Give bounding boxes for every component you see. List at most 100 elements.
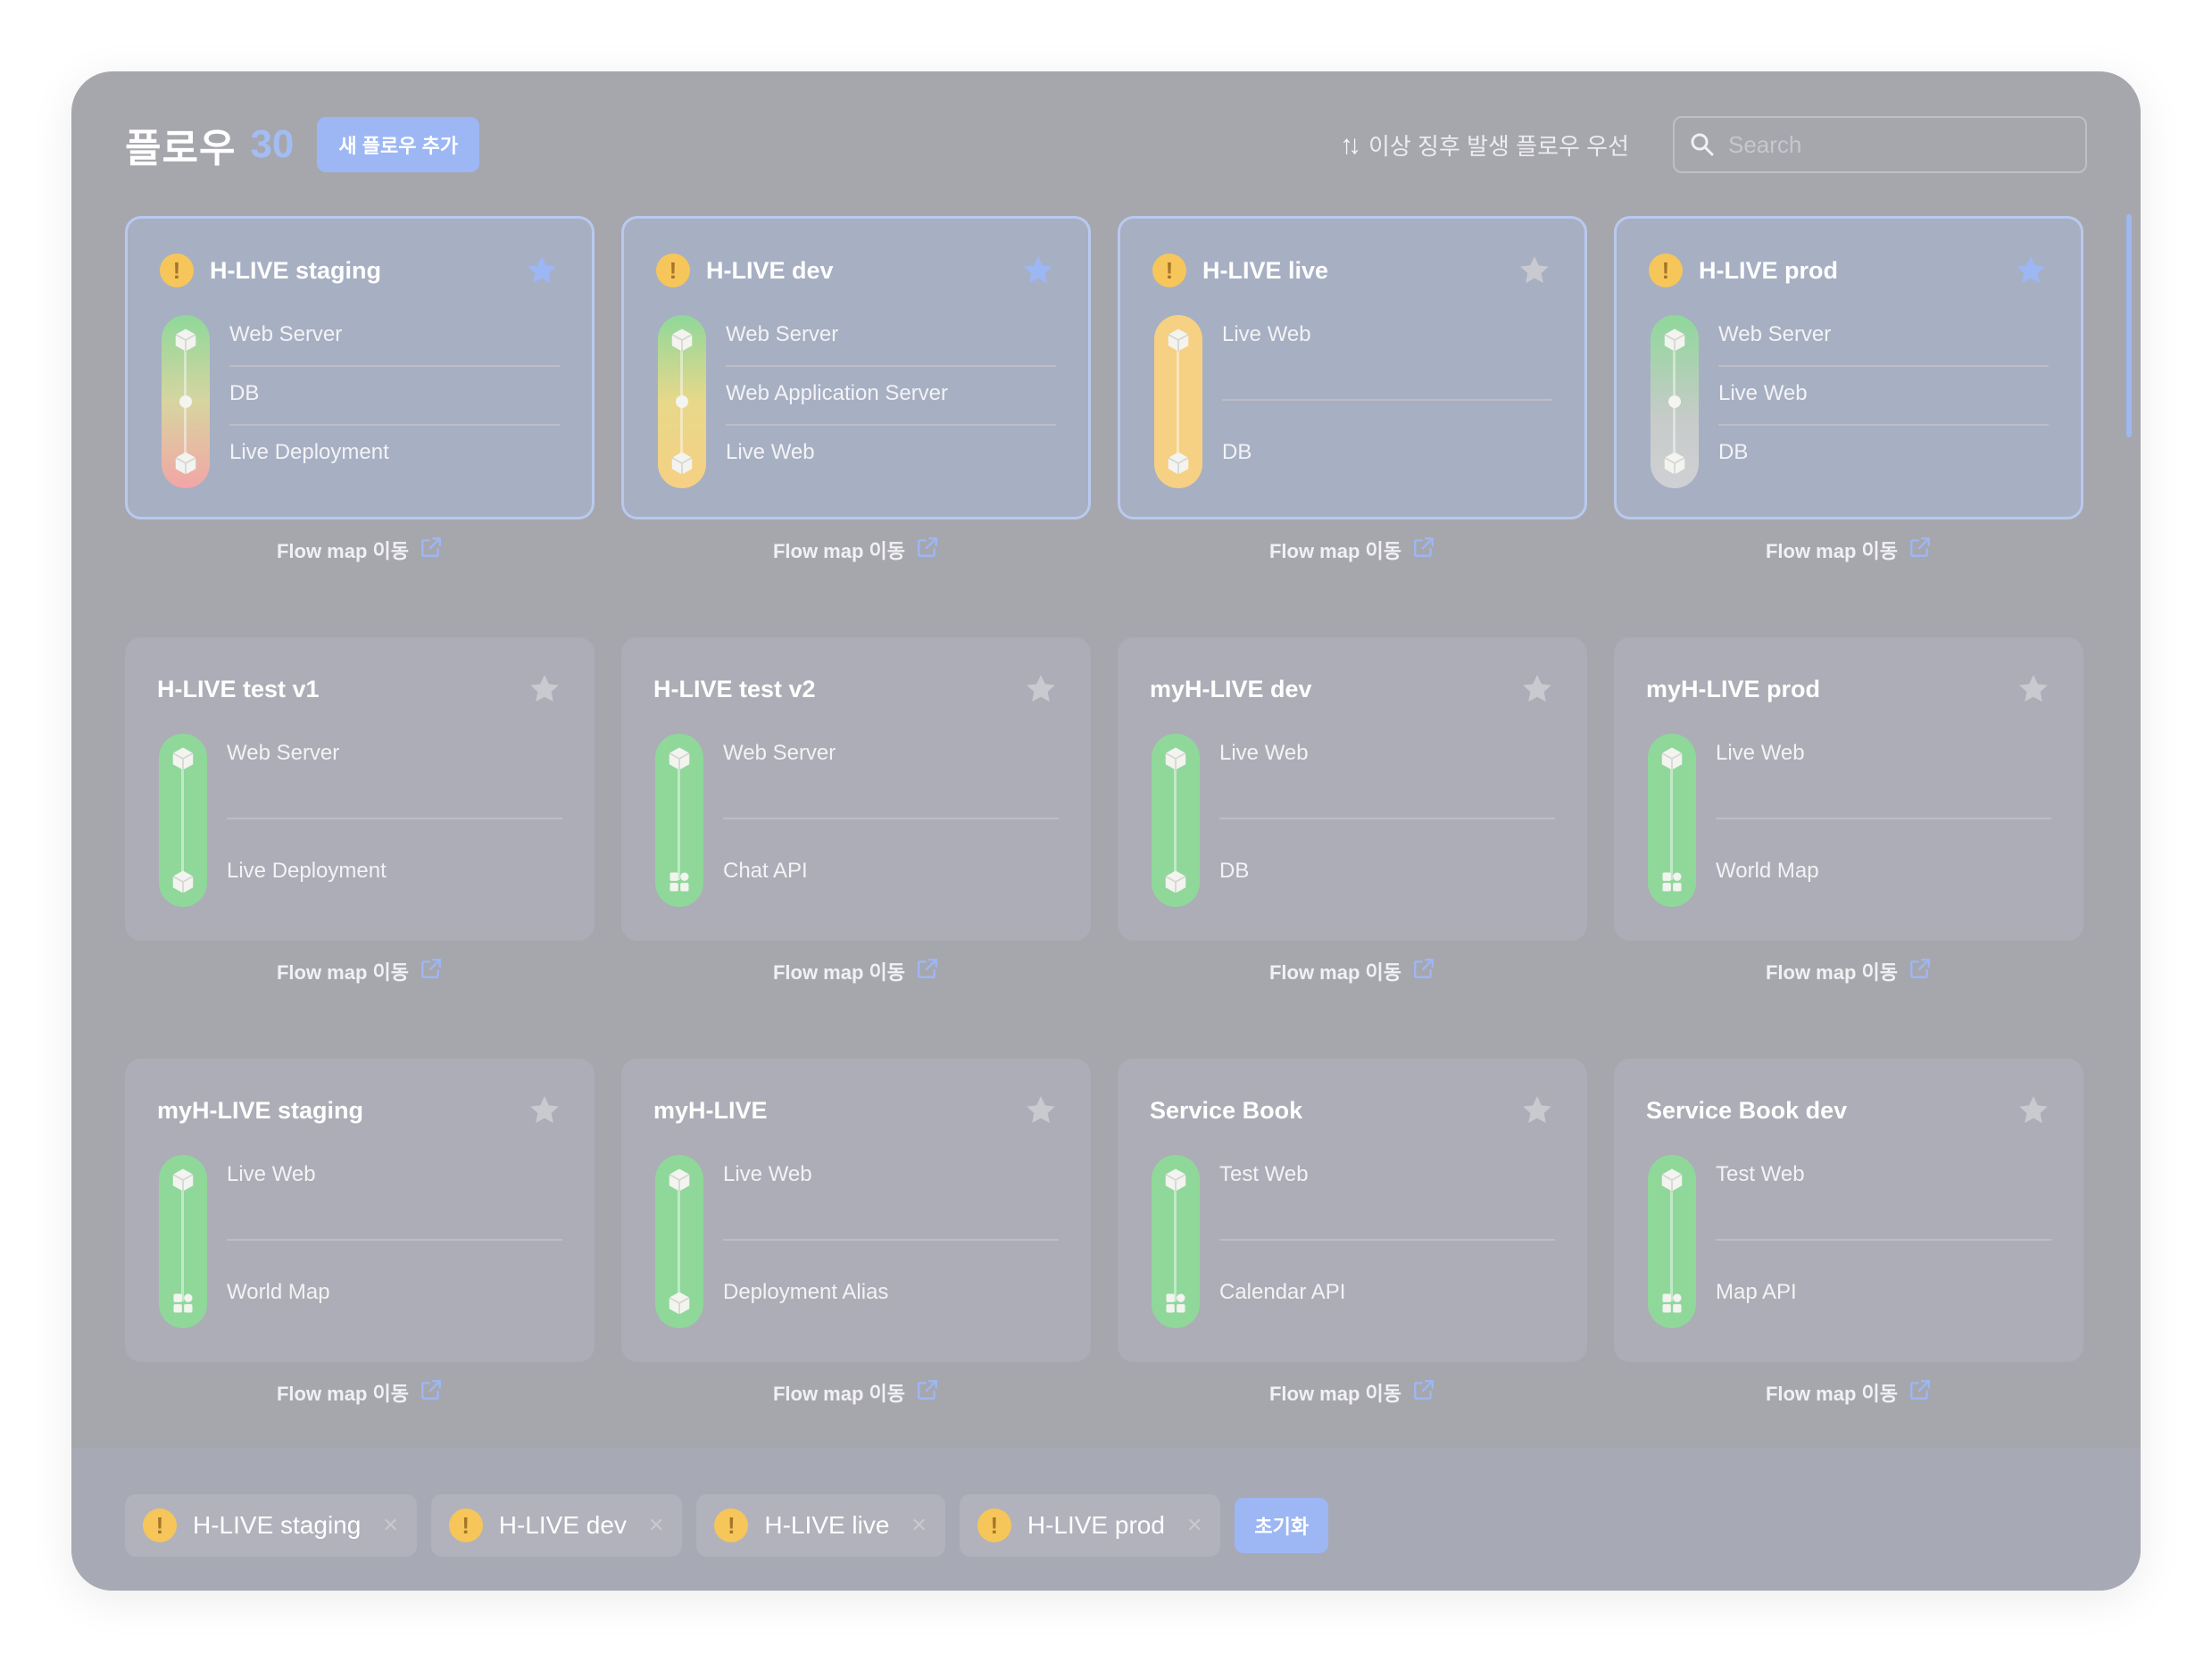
status-rail — [1154, 315, 1202, 488]
apps-icon — [665, 868, 694, 896]
favorite-star-icon[interactable] — [527, 671, 562, 707]
flow-map-link[interactable]: Flow map 이동 — [125, 1378, 595, 1407]
filter-chip-label: H-LIVE prod — [1027, 1511, 1165, 1539]
filter-chip[interactable]: ! H-LIVE prod ✕ — [959, 1494, 1221, 1557]
flow-map-link[interactable]: Flow map 이동 — [125, 536, 595, 564]
card-title: H-LIVE test v1 — [157, 675, 320, 702]
flow-item-label: Deployment Alias — [723, 1280, 889, 1304]
filter-chip[interactable]: ! H-LIVE staging ✕ — [125, 1494, 417, 1557]
card-title: myH-LIVE staging — [157, 1096, 364, 1124]
flow-card[interactable]: Service Book Test Web Calendar API — [1118, 1059, 1587, 1362]
flow-item-label: Web Server — [1718, 322, 1832, 346]
flow-item-label: Live Deployment — [229, 440, 389, 464]
favorite-star-icon[interactable] — [2016, 671, 2051, 707]
search-box[interactable] — [1673, 116, 2087, 173]
filter-chip-label: H-LIVE live — [764, 1511, 890, 1539]
divider — [229, 365, 560, 367]
scrollbar[interactable] — [2126, 214, 2132, 437]
flow-card[interactable]: ! H-LIVE dev Web Server Web Application Ser… — [621, 216, 1091, 519]
card-items: Web Server Live Web DB — [1718, 315, 2049, 488]
flow-card-column: ! H-LIVE live Live Web DB Flow map 이동 — [1118, 216, 1587, 562]
cube-icon — [1164, 326, 1193, 354]
card-title: myH-LIVE dev — [1150, 675, 1312, 702]
search-input[interactable] — [1728, 130, 2067, 159]
flow-card[interactable]: H-LIVE test v2 Web Server Chat API — [621, 637, 1091, 941]
divider — [726, 424, 1056, 426]
reset-button[interactable]: 초기화 — [1235, 1498, 1329, 1553]
flow-card[interactable]: Service Book dev Test Web Map API — [1614, 1059, 2083, 1362]
filter-chip-label: H-LIVE staging — [193, 1511, 362, 1539]
favorite-star-icon[interactable] — [1023, 671, 1059, 707]
favorite-star-icon[interactable] — [1519, 671, 1555, 707]
divider — [1219, 818, 1555, 819]
cube-icon — [665, 744, 694, 773]
node-dot-icon — [171, 387, 200, 416]
flow-map-link-label: Flow map 이동 — [772, 961, 906, 984]
status-rail — [1648, 734, 1696, 907]
card-title: H-LIVE dev — [706, 256, 834, 284]
flow-card[interactable]: ! H-LIVE prod Web Server Live Web DB — [1614, 216, 2083, 519]
card-items: Web Server Chat API — [723, 734, 1059, 907]
status-rail — [162, 315, 210, 488]
card-items: Live Web Deployment Alias — [723, 1155, 1059, 1328]
flow-item-label: World Map — [1716, 859, 1819, 883]
apps-icon — [1161, 1289, 1190, 1317]
flow-map-link[interactable]: Flow map 이동 — [1118, 957, 1587, 985]
card-items: Live Web World Map — [1716, 734, 2051, 907]
card-title: Service Book dev — [1646, 1096, 1848, 1124]
warning-icon: ! — [1649, 253, 1683, 287]
close-icon[interactable]: ✕ — [648, 1514, 664, 1537]
flow-map-link[interactable]: Flow map 이동 — [1118, 1378, 1587, 1407]
flow-map-link[interactable]: Flow map 이동 — [621, 1378, 1091, 1407]
close-icon[interactable]: ✕ — [911, 1514, 927, 1537]
flow-map-link[interactable]: Flow map 이동 — [1614, 957, 2083, 985]
flow-item-label: DB — [229, 381, 260, 405]
flow-item-label: Web Server — [723, 741, 836, 765]
close-icon[interactable]: ✕ — [1186, 1514, 1202, 1537]
flow-map-link[interactable]: Flow map 이동 — [1118, 536, 1587, 564]
card-title: H-LIVE live — [1202, 256, 1329, 284]
card-header: ! H-LIVE prod — [1649, 253, 2049, 288]
favorite-star-icon[interactable] — [1023, 1093, 1059, 1128]
flow-map-link[interactable]: Flow map 이동 — [621, 957, 1091, 985]
favorite-star-icon[interactable] — [1517, 253, 1552, 288]
status-rail — [1651, 315, 1699, 488]
favorite-star-icon[interactable] — [1020, 253, 1056, 288]
flow-map-link[interactable]: Flow map 이동 — [1614, 536, 2083, 564]
flow-map-link[interactable]: Flow map 이동 — [125, 957, 595, 985]
flow-item-label: DB — [1219, 859, 1250, 883]
card-title: H-LIVE prod — [1699, 256, 1838, 284]
flow-card[interactable]: ! H-LIVE live Live Web DB — [1118, 216, 1587, 519]
warning-icon: ! — [160, 253, 194, 287]
filter-chip[interactable]: ! H-LIVE live ✕ — [696, 1494, 945, 1557]
flow-map-link-label: Flow map 이동 — [1268, 540, 1402, 562]
close-icon[interactable]: ✕ — [382, 1514, 398, 1537]
filter-chip[interactable]: ! H-LIVE dev ✕ — [430, 1494, 683, 1557]
divider — [1718, 365, 2049, 367]
flow-map-link[interactable]: Flow map 이동 — [621, 536, 1091, 564]
flow-map-link[interactable]: Flow map 이동 — [1614, 1378, 2083, 1407]
favorite-star-icon[interactable] — [2016, 1093, 2051, 1128]
add-flow-button[interactable]: 새 플로우 추가 — [317, 117, 480, 172]
flow-card[interactable]: myH-LIVE prod Live Web World Map — [1614, 637, 2083, 941]
flow-map-link-label: Flow map 이동 — [1765, 1383, 1899, 1405]
flow-card[interactable]: myH-LIVE Live Web Deployment Alias — [621, 1059, 1091, 1362]
flow-card[interactable]: myH-LIVE dev Live Web DB — [1118, 637, 1587, 941]
flow-card[interactable]: ! H-LIVE staging Web Server DB Live Deployme… — [125, 216, 595, 519]
favorite-star-icon[interactable] — [2013, 253, 2049, 288]
flow-item-label: Web Application Server — [726, 381, 949, 405]
favorite-star-icon[interactable] — [524, 253, 560, 288]
divider — [726, 365, 1056, 367]
flow-card-column: H-LIVE test v2 Web Server Chat API Flow map… — [621, 637, 1091, 984]
flow-card[interactable]: H-LIVE test v1 Web Server Live Deployment — [125, 637, 595, 941]
status-rail — [655, 734, 703, 907]
favorite-star-icon[interactable] — [1519, 1093, 1555, 1128]
sort-toggle[interactable]: ↑↓ 이상 징후 발생 플로우 우선 — [1340, 129, 1629, 162]
favorite-star-icon[interactable] — [527, 1093, 562, 1128]
cube-icon — [1164, 449, 1193, 478]
cube-icon — [1161, 868, 1190, 896]
status-rail — [1152, 734, 1200, 907]
flow-map-link-label: Flow map 이동 — [1268, 961, 1402, 984]
flow-card[interactable]: myH-LIVE staging Live Web World Map — [125, 1059, 595, 1362]
divider — [723, 1239, 1059, 1241]
